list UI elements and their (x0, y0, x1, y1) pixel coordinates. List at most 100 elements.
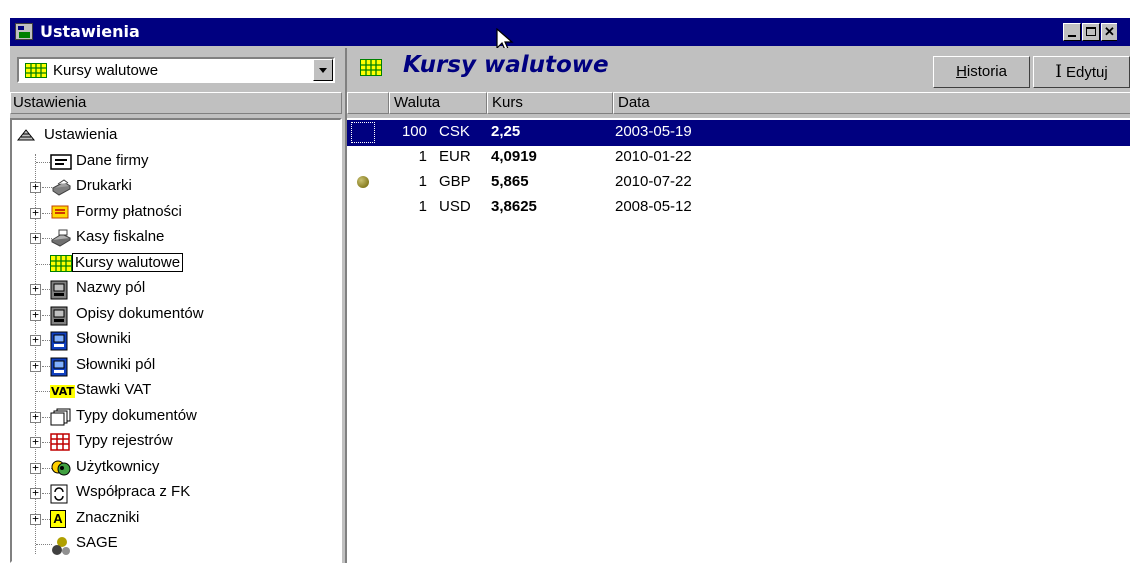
tree-item-label: Kasy fiskalne (76, 228, 165, 245)
tree-item-vat[interactable]: VAT Stawki VAT (12, 378, 340, 404)
cell-qty: 1 (418, 198, 427, 215)
vat-icon-text: VAT (50, 385, 75, 398)
payment-forms-icon (50, 204, 70, 222)
vat-icon: VAT (50, 382, 75, 400)
tree-item-cash-register[interactable]: + Kasy fiskalne (12, 225, 340, 251)
tree-item-company-card[interactable]: Dane firmy (12, 149, 340, 175)
expand-icon[interactable]: + (30, 232, 41, 244)
printer-icon (50, 178, 71, 196)
edytuj-button[interactable]: I Edytuj (1033, 56, 1130, 88)
tree-item-payment-forms[interactable]: + Formy płatności (12, 200, 340, 226)
rate-row-gbp[interactable]: 1 GBP 5,865 2010-07-22 (347, 170, 1130, 196)
rate-row-usd[interactable]: 1 USD 3,8625 2008-05-12 (347, 195, 1130, 221)
expand-icon[interactable]: + (30, 283, 41, 295)
expand-icon[interactable]: + (30, 487, 41, 499)
text-cursor-icon: I (1055, 62, 1062, 82)
register-types-icon (50, 433, 70, 451)
tree-item-fk-sync[interactable]: + Współpraca z FK (12, 480, 340, 506)
tree-item-field-names[interactable]: + Nazwy pól (12, 276, 340, 302)
markers-icon-text: A (50, 509, 66, 528)
section-combobox[interactable]: Kursy walutowe (17, 57, 335, 83)
historia-button[interactable]: Historia (933, 56, 1030, 88)
tree-item-label: Formy płatności (76, 202, 182, 220)
tree-item-label: Typy dokumentów (76, 406, 197, 424)
field-names-icon (50, 280, 70, 300)
expand-icon[interactable]: + (30, 207, 41, 219)
fk-sync-icon (50, 484, 70, 504)
tree-item-label: Ustawienia (44, 126, 118, 143)
cell-date: 2010-07-22 (615, 173, 692, 190)
cell-currency: USD (439, 198, 471, 215)
tree-item-label: Opisy dokumentów (76, 304, 204, 322)
marker-column-header[interactable] (347, 92, 389, 114)
cell-qty: 1 (418, 173, 427, 190)
expand-icon[interactable]: + (30, 334, 41, 346)
title-bar[interactable]: Ustawienia ✕ (10, 18, 1130, 53)
maximize-button[interactable] (1082, 23, 1100, 41)
settings-tree[interactable]: Ustawienia Dane firmy + Drukarki + Formy płat… (10, 118, 342, 563)
tree-item-users[interactable]: + Użytkownicy (12, 455, 340, 481)
rate-row-eur[interactable]: 1 EUR 4,0919 2010-01-22 (347, 145, 1130, 171)
cell-rate: 4,0919 (491, 148, 537, 165)
expand-icon[interactable]: + (30, 436, 41, 448)
minimize-button[interactable] (1063, 23, 1081, 41)
cell-rate: 5,865 (491, 173, 529, 190)
expand-icon[interactable]: + (30, 309, 41, 321)
settings-window: Ustawienia ✕ Kursy walutowe Ustawienia U… (8, 16, 1130, 563)
close-button[interactable]: ✕ (1101, 23, 1117, 41)
tree-item-printer[interactable]: + Drukarki (12, 174, 340, 200)
expand-icon[interactable]: + (30, 360, 41, 372)
tree-item-exchange-grid[interactable]: Kursy walutowe (12, 251, 340, 277)
rate-row-csk[interactable]: 100 CSK 2,25 2003-05-19 (347, 120, 1130, 146)
column-waluta[interactable]: Waluta (389, 92, 487, 114)
tree-item-doc-types[interactable]: + Typy dokumentów (12, 404, 340, 430)
tree-item-markers[interactable]: + A Znaczniki (12, 506, 340, 532)
expand-icon[interactable]: + (30, 462, 41, 474)
row-focus-indicator (351, 122, 375, 143)
tree-item-doc-descriptions[interactable]: + Opisy dokumentów (12, 302, 340, 328)
cell-date: 2010-01-22 (615, 148, 692, 165)
tree-item-settings-root[interactable]: Ustawienia (12, 123, 340, 149)
settings-root-icon (16, 127, 36, 145)
column-kurs[interactable]: Kurs (487, 92, 613, 114)
cell-date: 2003-05-19 (615, 123, 692, 140)
cell-qty: 1 (418, 148, 427, 165)
cell-currency: CSK (439, 123, 470, 140)
historia-label-rest: istoria (966, 63, 1007, 80)
cell-rate: 2,25 (491, 123, 521, 140)
grid-header: Waluta Kurs Data (347, 92, 1130, 114)
doc-descriptions-icon (50, 306, 70, 325)
cell-currency: GBP (439, 173, 471, 190)
tree-item-label: Dane firmy (76, 151, 149, 169)
historia-hotkey: H (956, 63, 967, 80)
tree-item-label: SAGE (76, 534, 118, 551)
column-data[interactable]: Data (613, 92, 1130, 114)
tree-item-label: Współpraca z FK (76, 483, 191, 500)
users-icon (50, 459, 71, 477)
cell-rate: 3,8625 (491, 198, 537, 215)
tree-header: Ustawienia (10, 92, 342, 114)
exchange-grid-icon (50, 254, 72, 273)
field-dictionary-icon (50, 357, 70, 376)
cell-date: 2008-05-12 (615, 198, 692, 215)
tree-item-label: Nazwy pól (76, 279, 146, 296)
window-title: Ustawienia (40, 22, 140, 41)
expand-icon[interactable]: + (30, 181, 41, 193)
tree-item-field-dictionary[interactable]: + Słowniki pól (12, 353, 340, 379)
tree-item-label: Drukarki (76, 177, 132, 194)
tree-item-label: Stawki VAT (76, 381, 152, 398)
cell-currency: EUR (439, 148, 471, 165)
tree-item-dictionary[interactable]: + Słowniki (12, 327, 340, 353)
combo-value: Kursy walutowe (53, 62, 159, 79)
panel-title: Kursy walutowe (403, 52, 609, 78)
expand-icon[interactable]: + (30, 513, 41, 525)
doc-types-icon (50, 408, 71, 426)
combo-dropdown-button[interactable] (313, 59, 333, 81)
expand-icon[interactable]: + (30, 411, 41, 423)
cash-register-icon (50, 229, 72, 247)
tree-item-sage[interactable]: SAGE (12, 531, 340, 557)
tree-item-register-types[interactable]: + Typy rejestrów (12, 429, 340, 455)
exchange-rates-panel: Kursy walutowe Historia I Edytuj Waluta K… (345, 48, 1130, 563)
rates-grid[interactable]: 100 CSK 2,25 2003-05-19 1 EUR 4,0919 2010-01-22… (347, 118, 1130, 563)
cell-qty: 100 (401, 123, 427, 140)
